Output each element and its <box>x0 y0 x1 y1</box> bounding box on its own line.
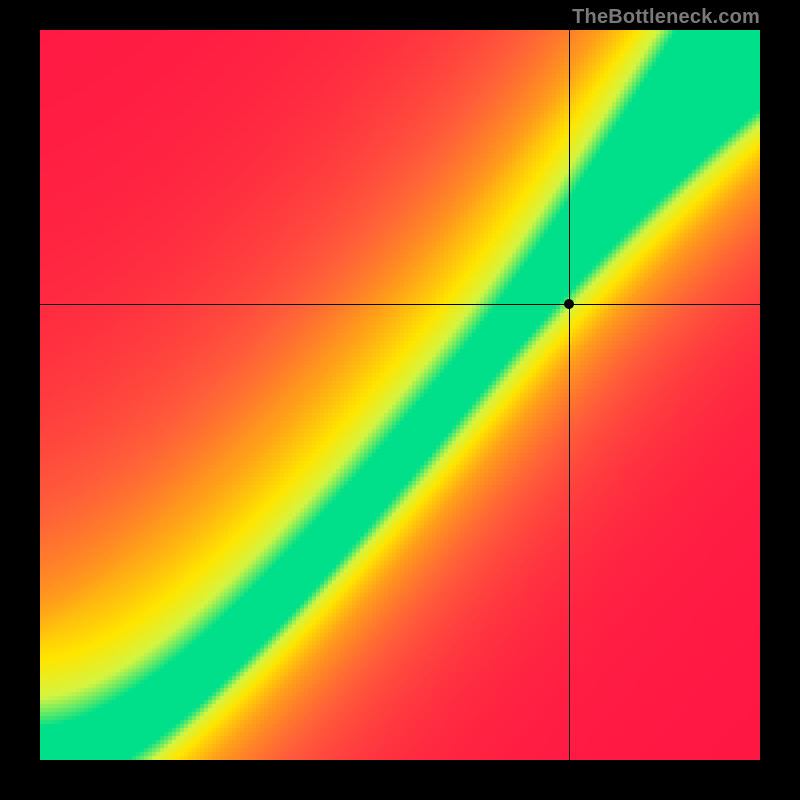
marker-dot <box>564 299 574 309</box>
chart-stage: TheBottleneck.com <box>0 0 800 800</box>
crosshair-horizontal <box>40 304 760 305</box>
crosshair-vertical <box>569 30 570 760</box>
watermark-text: TheBottleneck.com <box>572 6 760 29</box>
heatmap-plot <box>40 30 760 760</box>
heatmap-canvas <box>40 30 760 760</box>
